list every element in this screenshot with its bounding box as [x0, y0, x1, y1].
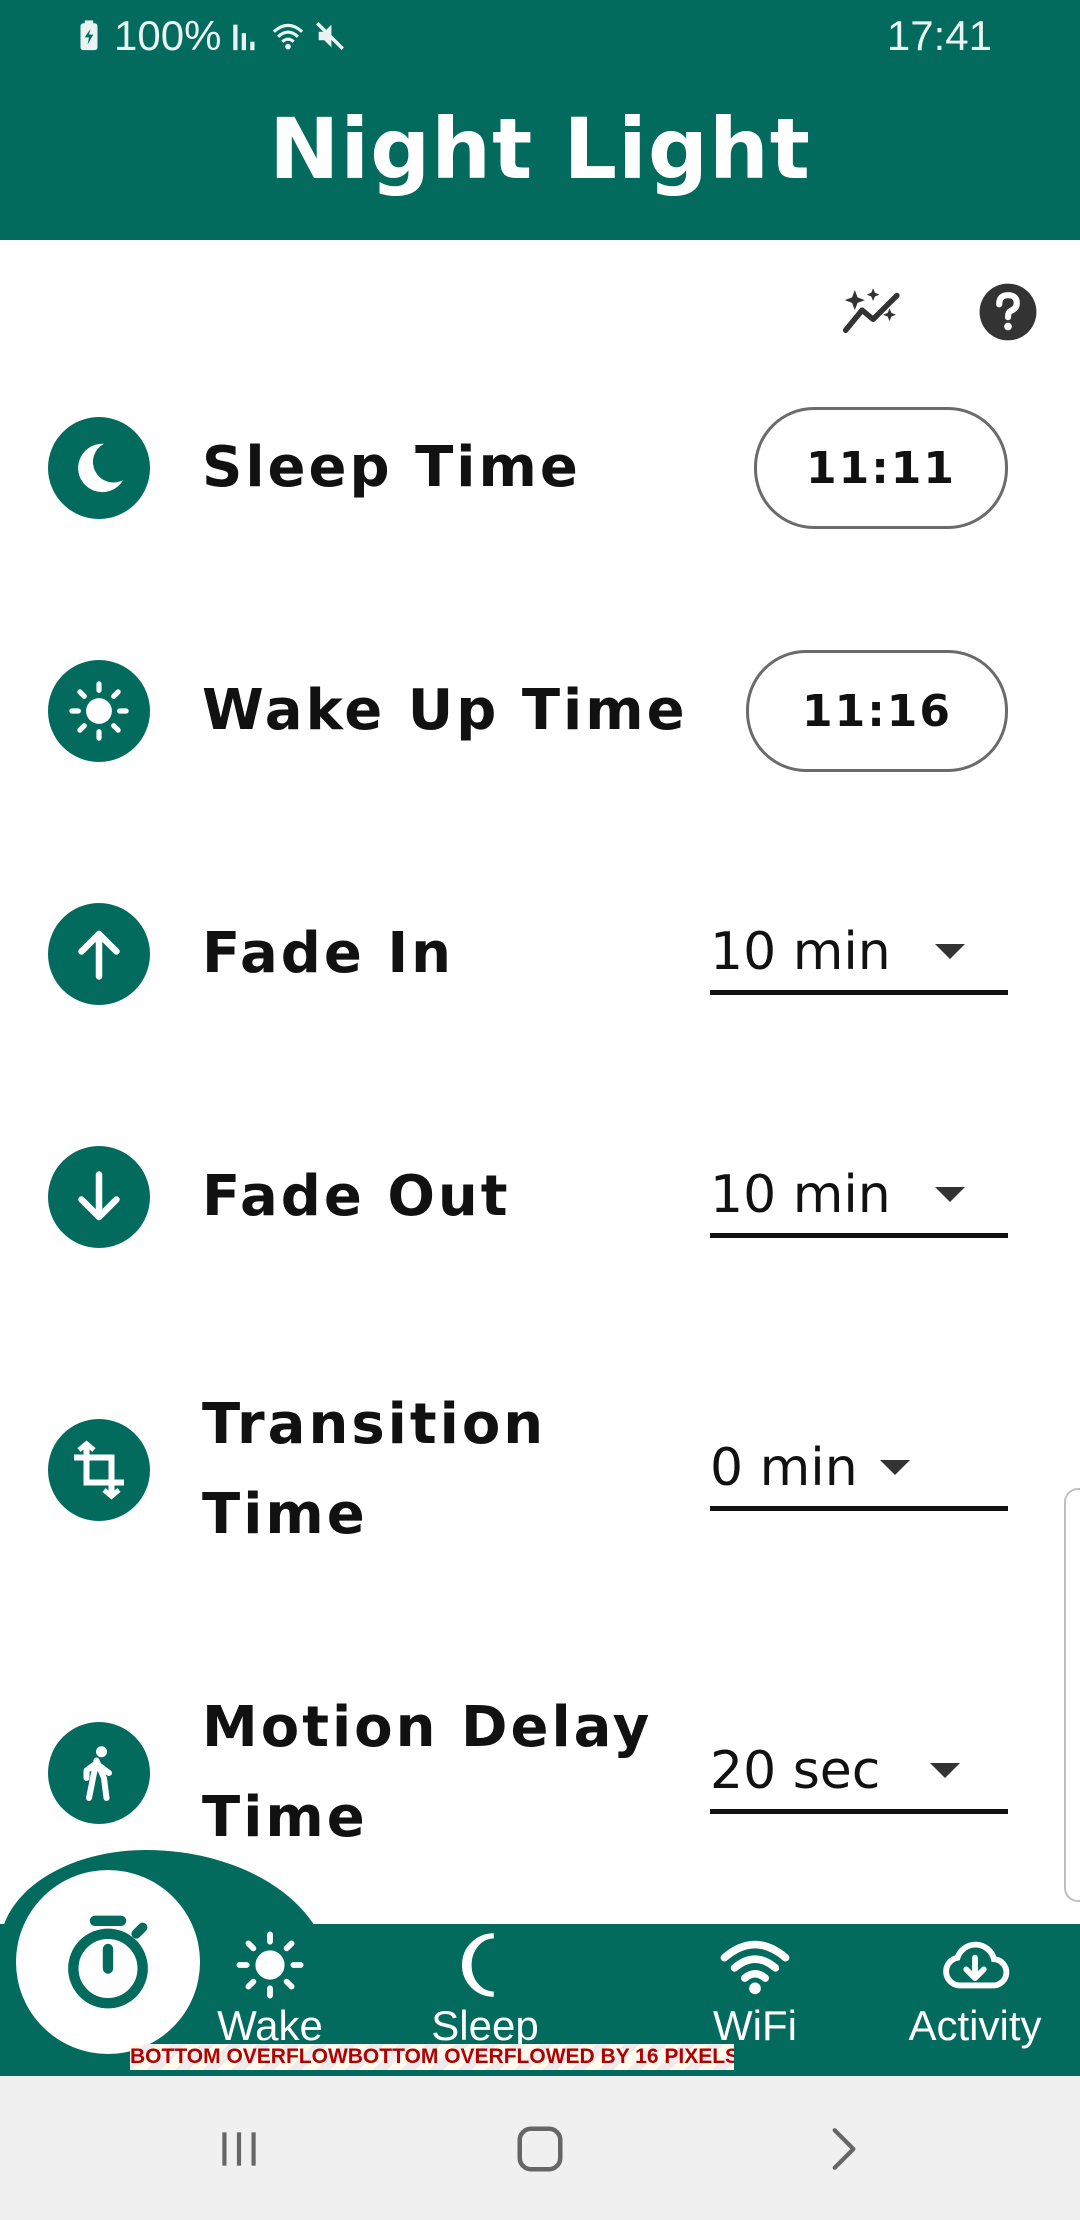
battery-percent: 100% — [114, 12, 222, 59]
fade-out-row: Fade Out 10 min — [48, 1145, 1008, 1249]
nav-activity-label: Activity — [908, 2002, 1042, 2049]
mute-icon — [316, 22, 345, 50]
cloud-download-icon — [943, 1941, 1010, 1989]
fade-out-dropdown[interactable]: 10 min — [710, 1157, 1008, 1238]
status-left: 100% — [72, 12, 347, 60]
transition-time-dropdown[interactable]: 0 min — [710, 1430, 1008, 1511]
dropdown-caret-icon — [934, 944, 965, 959]
nav-wake[interactable]: Wake — [210, 1930, 330, 2050]
moon-icon — [78, 443, 124, 493]
nav-wifi[interactable]: WiFi — [700, 1930, 810, 2050]
sun-badge — [48, 660, 150, 762]
wake-time-row: Wake Up Time 11:16 — [48, 650, 1008, 772]
overflow-debug-banner: BOTTOM OVERFLOWBOTTOM OVERFLOWED BY 16 P… — [130, 2044, 734, 2070]
walk-badge — [48, 1722, 150, 1824]
sleep-time-label: Sleep Time — [202, 435, 581, 500]
transition-time-row: Transition Time 0 min — [48, 1380, 1008, 1560]
wifi-status-icon — [273, 23, 304, 50]
fade-in-dropdown[interactable]: 10 min — [710, 914, 1008, 995]
auto-awesome-button[interactable] — [842, 280, 906, 344]
app-bar: Night Light — [0, 72, 1080, 240]
battery-charging-icon — [80, 20, 98, 51]
arrow-down-badge — [48, 1146, 150, 1248]
chevron-right-icon — [832, 2128, 856, 2170]
motion-label-line2: Time — [202, 1785, 368, 1850]
scrollbar[interactable] — [1064, 1488, 1080, 1902]
motion-delay-dropdown[interactable]: 20 sec — [710, 1733, 1008, 1814]
help-button[interactable] — [976, 280, 1040, 344]
wifi-nav-icon — [720, 1940, 790, 1995]
page-title: Night Light — [269, 100, 811, 198]
fade-in-label: Fade In — [202, 921, 455, 986]
moon-nav-icon — [462, 1933, 494, 1997]
dropdown-caret-icon — [879, 1460, 910, 1475]
transition-label-line1: Transition — [202, 1392, 547, 1457]
sleep-time-button[interactable]: 11:11 — [754, 407, 1008, 529]
walk-icon — [83, 1746, 112, 1801]
recents-icon — [222, 2132, 256, 2166]
nav-sleep-label: Sleep — [431, 2002, 539, 2049]
back-button[interactable] — [808, 2114, 878, 2184]
nav-wifi-label: WiFi — [713, 2002, 797, 2049]
fade-out-label: Fade Out — [202, 1164, 511, 1229]
transition-time-value: 0 min — [710, 1437, 858, 1498]
dropdown-caret-icon — [934, 1187, 965, 1202]
arrow-down-icon — [78, 1171, 120, 1221]
nav-activity[interactable]: Activity — [890, 1930, 1060, 2050]
recents-button[interactable] — [204, 2114, 274, 2184]
fade-out-value: 10 min — [710, 1164, 891, 1225]
fade-in-row: Fade In 10 min — [48, 902, 1008, 1006]
arrow-up-icon — [78, 930, 120, 980]
sleep-time-row: Sleep Time 11:11 — [48, 407, 1008, 529]
motion-label-line1: Motion Delay — [202, 1695, 653, 1760]
crop-rotate-badge — [48, 1419, 150, 1521]
sun-icon — [69, 681, 129, 741]
timer-fab[interactable] — [16, 1870, 200, 2054]
motion-delay-value: 20 sec — [710, 1740, 881, 1801]
moon-badge — [48, 417, 150, 519]
wake-time-button[interactable]: 11:16 — [746, 650, 1008, 772]
home-button[interactable] — [505, 2114, 575, 2184]
arrow-up-badge — [48, 903, 150, 1005]
crop-rotate-icon — [74, 1440, 124, 1500]
system-nav-bar — [0, 2076, 1080, 2220]
status-bar: 100% 17:41 — [0, 0, 1080, 72]
auto-awesome-icon — [842, 288, 900, 334]
nav-sleep[interactable]: Sleep — [420, 1930, 550, 2050]
fade-in-value: 10 min — [710, 921, 891, 982]
nav-wake-label: Wake — [217, 2002, 323, 2049]
signal-icon — [233, 24, 255, 51]
overflow-debug-text: BOTTOM OVERFLOWBOTTOM OVERFLOWED BY 16 P… — [130, 2044, 734, 2070]
home-icon — [517, 2126, 563, 2172]
sun-nav-icon — [236, 1931, 304, 1999]
transition-label-line2: Time — [202, 1482, 368, 1547]
help-icon — [979, 283, 1037, 341]
dropdown-caret-icon — [930, 1763, 961, 1778]
motion-delay-row: Motion Delay Time 20 sec — [48, 1683, 1008, 1863]
status-time: 17:41 — [886, 12, 992, 59]
transition-time-label: Transition Time — [202, 1380, 722, 1560]
toolbar — [842, 280, 1040, 344]
wake-time-label: Wake Up Time — [202, 678, 688, 743]
timer-icon — [68, 1915, 148, 2009]
motion-delay-label: Motion Delay Time — [202, 1683, 722, 1863]
